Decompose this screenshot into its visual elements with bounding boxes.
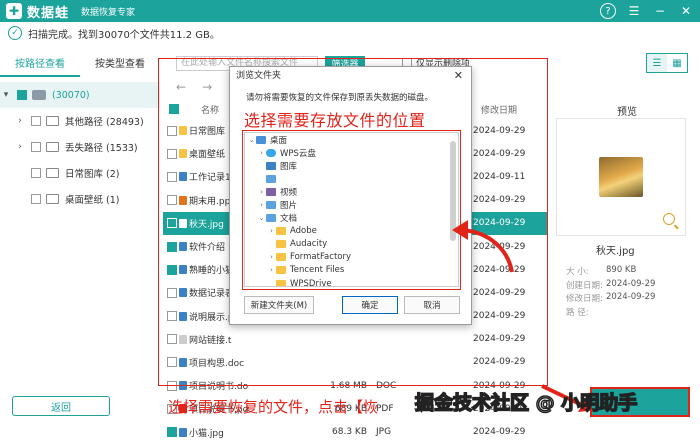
folder-icon <box>46 168 59 178</box>
meta-value: 2024-09-29 <box>606 292 656 302</box>
scan-status-text: 扫描完成。找到30070个文件共11.2 GB。 <box>28 29 220 41</box>
scan-status: ✓ 扫描完成。找到30070个文件共11.2 GB。 <box>8 24 220 42</box>
tab-by-type[interactable]: 按类型查看 <box>80 55 160 77</box>
file-row-checkbox[interactable] <box>167 427 177 438</box>
dialog-title: 浏览文件夹 <box>236 71 282 81</box>
tree-item-checkbox[interactable] <box>31 142 41 152</box>
cancel-button[interactable]: 取消 <box>404 296 460 314</box>
dialog-close-icon[interactable]: ✕ <box>454 67 463 85</box>
file-size: 68.3 KB <box>332 427 367 438</box>
drive-icon <box>32 90 46 100</box>
tree-root-label: (30070) <box>52 89 90 101</box>
file-type-icon <box>179 427 187 437</box>
tree-item-label: 桌面壁纸 (1) <box>65 195 120 206</box>
dialog-annotation: 选择需要存放文件的位置 <box>244 111 426 130</box>
bottom-annotation: 选择需要恢复的文件，点击【恢 <box>168 398 379 416</box>
help-icon[interactable]: ? <box>600 3 616 19</box>
meta-value: 890 KB <box>606 265 637 275</box>
tree-item-checkbox[interactable] <box>31 116 41 126</box>
tree-item-label: 丢失路径 (1533) <box>65 143 138 154</box>
tree-item-wallpaper[interactable]: 桌面壁纸 (1) <box>0 186 160 212</box>
tree-item-label: 日常图库 (2) <box>65 169 120 180</box>
meta-key: 大 小: <box>566 267 589 277</box>
path-tree: ▾ (30070) › 其他路径 (28493) › 丢失路径 (1533) 日… <box>0 82 160 212</box>
check-circle-icon: ✓ <box>8 26 22 40</box>
file-row[interactable]: 小猫.jpg 68.3 KB JPG 2024-09-29 <box>163 420 547 443</box>
tree-root-checkbox[interactable] <box>17 90 27 100</box>
annotation-frame <box>242 130 461 290</box>
frog-logo-icon: ✚ <box>6 3 22 19</box>
tree-root[interactable]: ▾ (30070) <box>0 82 160 108</box>
meta-value: 2024-09-29 <box>606 278 656 289</box>
file-type: JPG <box>376 427 392 438</box>
app-logo: ✚ 数据蛙 <box>6 2 69 21</box>
zoom-icon[interactable] <box>663 213 675 225</box>
folder-icon <box>46 194 59 204</box>
folder-icon <box>46 116 59 126</box>
menu-icon[interactable]: ☰ <box>626 3 642 19</box>
browse-folder-dialog: 浏览文件夹 ✕ 请勿将需要恢复的文件保存到原丢失数据的磁盘。 选择需要存放文件的… <box>229 66 472 325</box>
meta-row: 路 径: <box>566 306 692 320</box>
dialog-title-bar: 浏览文件夹 ✕ <box>230 67 471 85</box>
app-subtitle: 数据恢复专家 <box>81 7 136 18</box>
meta-row: 大 小: 890 KB <box>566 265 692 279</box>
expand-arrow-icon[interactable]: › <box>14 116 26 126</box>
tab-by-path[interactable]: 按路径查看 <box>0 55 80 77</box>
preview-thumbnail <box>599 157 643 197</box>
tree-item-lost-paths[interactable]: › 丢失路径 (1533) <box>0 134 160 160</box>
file-name: 小猫.jpg <box>189 428 224 439</box>
tree-item-other-paths[interactable]: › 其他路径 (28493) <box>0 108 160 134</box>
close-icon[interactable]: ✕ <box>678 3 694 19</box>
tree-item-checkbox[interactable] <box>31 194 41 204</box>
red-arrow-annotation <box>452 220 514 273</box>
meta-key: 创建日期: <box>566 280 603 291</box>
meta-key: 修改日期: <box>566 294 603 304</box>
folder-icon <box>46 142 59 152</box>
title-bar: ✚ 数据蛙 数据恢复专家 ? ☰ − ✕ <box>0 0 700 22</box>
tree-item-label: 其他路径 (28493) <box>65 117 144 128</box>
expand-arrow-icon[interactable]: › <box>14 142 26 152</box>
new-folder-button[interactable]: 新建文件夹(M) <box>244 296 314 314</box>
dialog-description: 请勿将需要恢复的文件保存到原丢失数据的磁盘。 <box>246 93 434 103</box>
meta-key: 路 径: <box>566 307 589 318</box>
preview-file-name: 秋天.jpg <box>596 246 635 257</box>
view-tabs: 按路径查看 按类型查看 <box>0 55 160 77</box>
collapse-arrow-icon[interactable]: ▾ <box>0 90 12 100</box>
ok-button[interactable]: 确定 <box>342 296 398 314</box>
app-name: 数据蛙 <box>27 5 70 21</box>
watermark: 掘金技术社区 @ 小明助手 <box>414 391 638 415</box>
preview-title: 预览 <box>617 107 637 118</box>
preview-meta: 大 小: 890 KB 创建日期: 2024-09-29 修改日期: 2024-09-29… <box>566 265 692 319</box>
meta-row: 修改日期: 2024-09-29 <box>566 292 692 306</box>
tree-item-checkbox[interactable] <box>31 168 41 178</box>
grid-view-icon[interactable]: ▦ <box>667 54 687 72</box>
back-button[interactable]: 返回 <box>12 396 110 416</box>
minimize-icon[interactable]: − <box>652 3 668 19</box>
view-mode-switch: ☰ ▦ <box>646 53 688 73</box>
list-view-icon[interactable]: ☰ <box>647 54 667 72</box>
meta-row: 创建日期: 2024-09-29 <box>566 279 692 293</box>
preview-panel <box>556 118 686 236</box>
file-date: 2024-09-29 <box>473 427 526 438</box>
tree-item-daily-gallery[interactable]: 日常图库 (2) <box>0 160 160 186</box>
